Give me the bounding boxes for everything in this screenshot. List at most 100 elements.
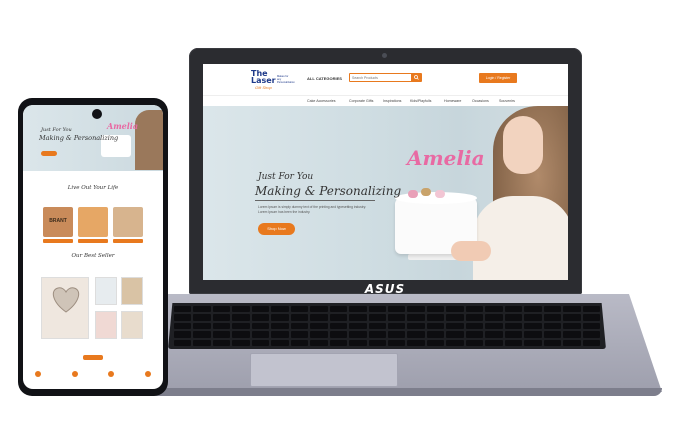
keyboard-key [485,322,503,330]
keyboard-key [212,314,231,321]
feature-icon-1 [35,371,41,377]
phone-view-all-button[interactable] [83,355,103,360]
nav-item-occasions[interactable]: Occasions [472,99,489,103]
keyboard-key [193,331,211,338]
keyboard-key [543,339,562,346]
phone-best-seller-main[interactable] [41,277,89,339]
laptop-screen: The Laser Gift Shop Makes for any Person… [203,64,568,280]
keyboard-key [232,314,250,321]
logo-sub-text: Gift Shop [255,85,272,90]
phone-camera-icon [92,109,102,119]
keyboard-key [232,331,250,338]
keyboard-key [465,306,484,313]
hero-title-line2: Making & Personalizing [255,184,402,198]
keyboard-key [368,306,386,313]
keyboard-key [543,314,562,321]
nav-item-kids[interactable]: Kids/Playfulls [410,99,431,103]
search-bar [349,73,422,82]
phone-section2-title: Our Best Seller [71,253,115,259]
keyboard-key [251,314,270,321]
keyboard-key [446,331,464,338]
keyboard-key [485,314,503,321]
phone-best-seller-item-4[interactable] [121,311,143,339]
keyboard-key [174,306,192,313]
phone-card-text: BRANT [49,218,67,224]
keyboard-key [232,306,250,313]
keyboard-key [329,306,348,313]
keyboard-key [388,331,406,338]
keyboard-key [563,314,581,321]
keyboard-key [485,306,503,313]
keyboard-key [310,306,328,313]
keyboard-key [485,331,503,338]
search-input[interactable] [350,74,412,81]
keyboard-key [193,322,211,330]
nav-item-cake-accessories[interactable]: Cake Accessories [307,99,336,103]
keyboard-key [543,331,562,338]
shop-now-button[interactable]: Shop Now [258,223,295,235]
nav-item-corporate-gifts[interactable]: Corporate Gifts [349,99,373,103]
keyboard-key [446,314,464,321]
all-categories-menu[interactable]: ALL CATEGORIES [307,76,342,81]
keyboard-key [290,322,309,330]
keyboard-key [388,314,406,321]
keyboard-key [524,306,542,313]
phone-category-card-1[interactable]: BRANT [43,207,73,237]
keyboard-key [193,339,211,346]
keyboard-key [271,331,289,338]
phone-category-card-3[interactable] [113,207,143,237]
keyboard-key [368,339,386,346]
keyboard-key [563,339,581,346]
keyboard-key [582,322,600,330]
phone-shop-now-button[interactable] [41,151,57,156]
logo-tagline: Makes for any Personalization [277,75,295,84]
phone-category-card-2[interactable] [78,207,108,237]
phone-device: Amelia Just For You Making & Personalizi… [18,98,168,396]
keyboard-key [543,322,562,330]
macaron-gold [421,188,431,196]
feature-icon-4 [144,371,151,377]
phone-best-seller-item-3[interactable] [95,311,117,339]
keyboard-key [426,331,445,338]
phone-best-seller-item-2[interactable] [121,277,143,305]
keyboard-key [368,322,386,330]
keyboard-key [212,306,231,313]
keyboard-key [504,331,523,338]
keyboard-key [563,322,581,330]
keyboard-key [504,339,523,346]
search-button[interactable] [411,74,421,81]
phone-card-label-3 [113,239,143,243]
login-register-button[interactable]: Login / Register [479,73,517,83]
keyboard-key [407,322,425,330]
site-logo[interactable]: The Laser Gift Shop Makes for any Person… [251,70,295,92]
keyboard-key [290,339,309,346]
keyboard-key [193,314,211,321]
keyboard-key [582,306,600,313]
keyboard-key [310,339,328,346]
phone-best-seller-item-1[interactable] [95,277,117,305]
hero-banner: Amelia Just For You Making & Personalizi… [203,106,568,280]
nav-item-homeware[interactable]: Homeware [444,99,461,103]
laptop-touchpad [250,353,398,387]
keyboard-key [388,322,406,330]
keyboard-key [329,322,348,330]
keyboard-key [329,339,348,346]
keyboard-key [388,306,406,313]
nav-item-souvenirs[interactable]: Souvenirs [499,99,515,103]
keyboard-key [446,306,464,313]
phone-screen: Amelia Just For You Making & Personalizi… [23,105,163,389]
keyboard-key [524,322,542,330]
keyboard-key [232,339,250,346]
nav-item-inspirations[interactable]: Inspirations [383,99,401,103]
keyboard-key [310,331,328,338]
category-nav: Cake Accessories Corporate Gifts Inspira… [203,95,568,106]
search-icon [414,75,419,80]
keyboard-key [349,331,367,338]
phone-card-label-2 [78,239,108,243]
keyboard-key [446,322,464,330]
keyboard-key [290,306,309,313]
keyboard-key [329,331,348,338]
keyboard-key [349,306,367,313]
phone-card-label-1 [43,239,73,243]
phone-section1-title: Live Out Your Life [67,185,119,191]
